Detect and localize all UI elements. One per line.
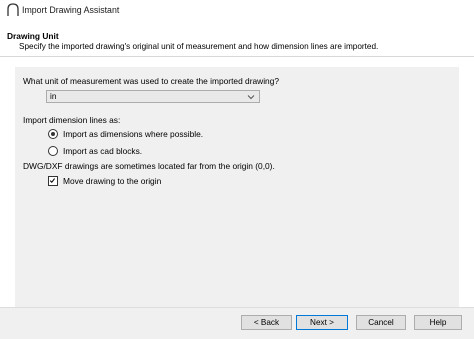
back-button[interactable]: < Back <box>241 315 292 330</box>
radio-import-as-dimensions[interactable]: Import as dimensions where possible. <box>48 128 203 140</box>
page-description: Specify the imported drawing's original … <box>19 42 379 51</box>
next-button[interactable]: Next > <box>296 315 348 330</box>
checkmark-icon <box>49 178 56 183</box>
radio-label-dimensions: Import as dimensions where possible. <box>63 129 204 139</box>
page-header: Drawing Unit Specify the imported drawin… <box>0 22 474 57</box>
unit-dropdown[interactable]: in <box>46 90 260 103</box>
arch-icon <box>7 3 19 16</box>
cancel-button[interactable]: Cancel <box>356 315 406 330</box>
move-to-origin-checkbox[interactable] <box>48 176 58 186</box>
radio-import-as-cad-blocks[interactable]: Import as cad blocks. <box>48 145 142 157</box>
move-to-origin-label: Move drawing to the origin <box>63 176 162 186</box>
unit-question-label: What unit of measurement was used to cre… <box>23 76 280 86</box>
content-panel <box>15 67 459 307</box>
page-title: Drawing Unit <box>7 31 59 41</box>
dimension-lines-label: Import dimension lines as: <box>23 115 121 125</box>
title-bar: Import Drawing Assistant <box>0 0 474 22</box>
radio-button-selected[interactable] <box>48 129 58 139</box>
help-button[interactable]: Help <box>414 315 462 330</box>
move-to-origin-checkbox-row[interactable]: Move drawing to the origin <box>48 175 161 187</box>
window-title: Import Drawing Assistant <box>22 5 120 15</box>
radio-button[interactable] <box>48 146 58 156</box>
radio-label-cad-blocks: Import as cad blocks. <box>63 146 143 156</box>
origin-note: DWG/DXF drawings are sometimes located f… <box>23 161 275 171</box>
unit-dropdown-value: in <box>50 92 57 101</box>
import-drawing-assistant-window: Import Drawing Assistant Drawing Unit Sp… <box>0 0 474 339</box>
chevron-down-icon <box>247 95 255 100</box>
